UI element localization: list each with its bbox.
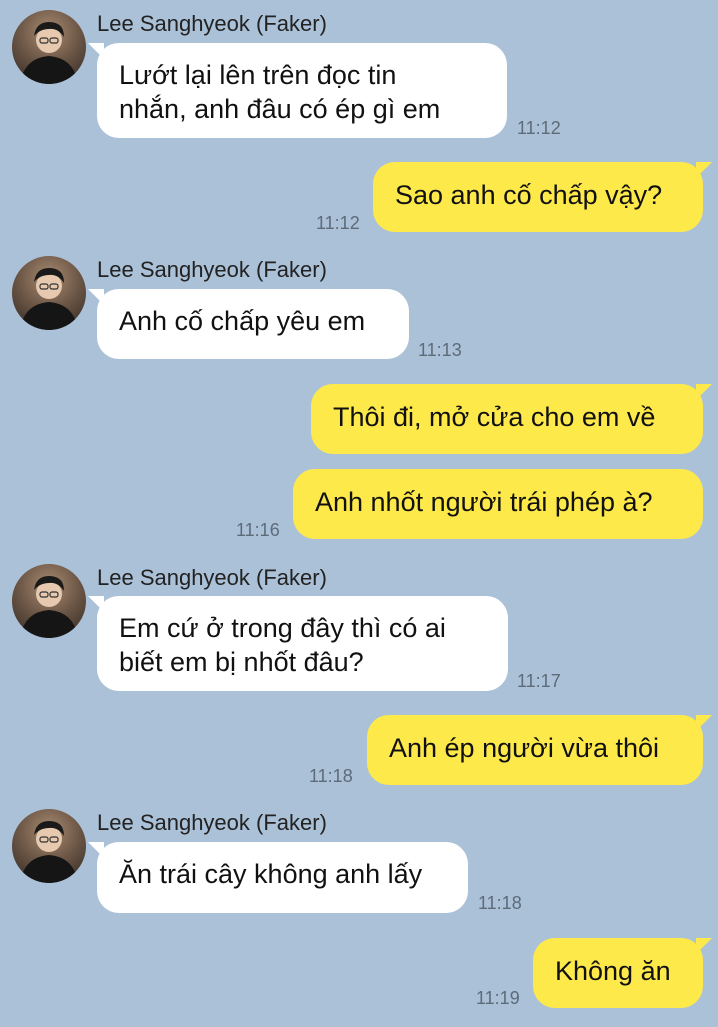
message-text: Không ăn [555, 956, 671, 986]
message-text: Em cứ ở trong đây thì có ai [119, 613, 446, 643]
message-bubble-incoming[interactable]: Ăn trái cây không anh lấy [88, 842, 468, 913]
message-text: biết em bị nhốt đâu? [119, 647, 364, 677]
message-timestamp: 11:16 [236, 520, 280, 540]
message-text: Lướt lại lên trên đọc tin [119, 60, 397, 90]
message-text: Anh nhốt người trái phép à? [315, 487, 653, 517]
chat-area[interactable]: Lee Sanghyeok (Faker) Lướt lại lên trên … [0, 0, 718, 1027]
contact-avatar[interactable] [12, 10, 86, 84]
sender-name: Lee Sanghyeok (Faker) [97, 810, 327, 835]
message-text: nhắn, anh đâu có ép gì em [119, 94, 441, 124]
message-bubble-incoming[interactable]: Anh cố chấp yêu em [88, 289, 409, 359]
message-timestamp: 11:12 [517, 118, 561, 138]
message-bubble-outgoing[interactable]: Sao anh cố chấp vậy? [373, 162, 712, 232]
contact-avatar[interactable] [12, 564, 86, 638]
message-bubble-outgoing[interactable]: Thôi đi, mở cửa cho em về [311, 384, 712, 454]
sender-name: Lee Sanghyeok (Faker) [97, 565, 327, 590]
message-timestamp: 11:19 [476, 988, 520, 1008]
message-bubble-outgoing[interactable]: Không ăn [533, 938, 712, 1008]
message-bubble-outgoing[interactable]: Anh ép người vừa thôi [367, 715, 712, 785]
message-text: Anh cố chấp yêu em [119, 306, 366, 336]
message-bubble-incoming[interactable]: Lướt lại lên trên đọc tin nhắn, anh đâu … [88, 43, 507, 138]
message-timestamp: 11:13 [418, 340, 462, 360]
message-timestamp: 11:12 [316, 213, 360, 233]
contact-avatar[interactable] [12, 809, 86, 883]
sender-name: Lee Sanghyeok (Faker) [97, 257, 327, 282]
message-text: Ăn trái cây không anh lấy [119, 859, 423, 889]
sender-name: Lee Sanghyeok (Faker) [97, 11, 327, 36]
message-bubble-incoming[interactable]: Em cứ ở trong đây thì có ai biết em bị n… [88, 596, 508, 691]
message-timestamp: 11:18 [309, 766, 353, 786]
message-timestamp: 11:17 [517, 671, 561, 691]
message-text: Anh ép người vừa thôi [389, 733, 660, 763]
message-bubble-outgoing[interactable]: Anh nhốt người trái phép à? [293, 469, 703, 539]
contact-avatar[interactable] [12, 256, 86, 330]
message-timestamp: 11:18 [478, 893, 522, 913]
message-text: Thôi đi, mở cửa cho em về [333, 402, 656, 432]
message-text: Sao anh cố chấp vậy? [395, 180, 663, 210]
